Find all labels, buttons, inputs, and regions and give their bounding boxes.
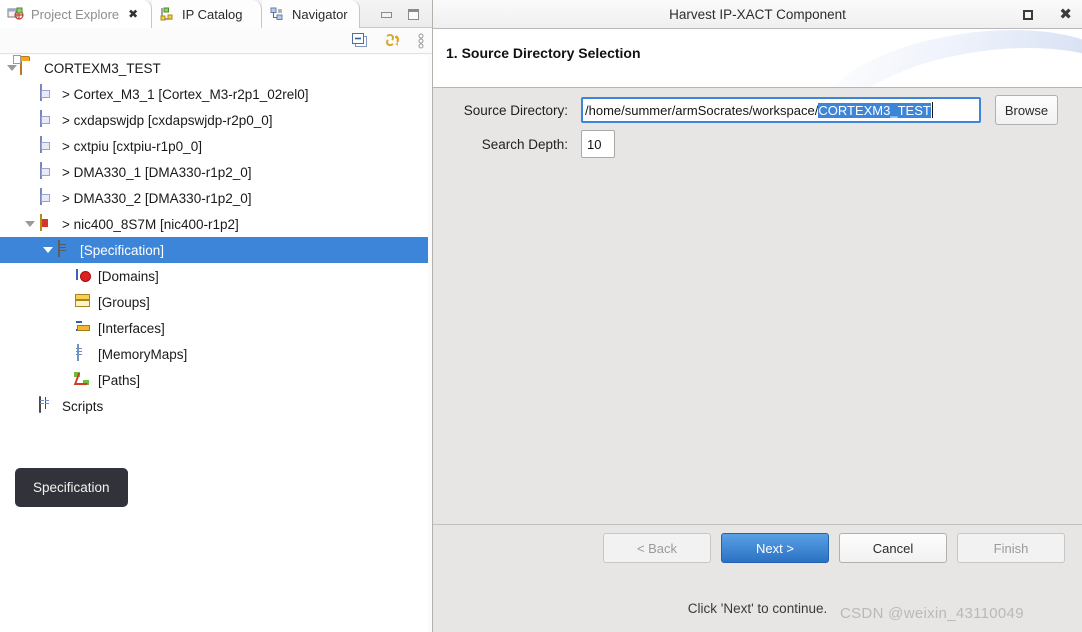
tooltip-text: Specification xyxy=(33,480,110,495)
tree-item-label: [Paths] xyxy=(98,372,141,388)
project-explorer-view: Project Explore ✖ IP Catalog Navigator C… xyxy=(0,0,432,632)
tree-item-label: [Interfaces] xyxy=(98,320,165,336)
navigator-icon xyxy=(269,6,285,22)
paths-icon xyxy=(74,371,92,389)
project-folder-icon xyxy=(20,58,38,77)
view-tab-strip: Project Explore ✖ IP Catalog Navigator xyxy=(0,0,432,28)
tree-item-memorymaps[interactable]: [MemoryMaps] xyxy=(0,341,428,367)
dialog-footer: < Back Next > Cancel Finish xyxy=(433,524,1082,592)
tree-item-label: > DMA330_1 [DMA330-r1p2_0] xyxy=(62,164,252,180)
watermark: CSDN @weixin_43110049 xyxy=(840,605,1024,622)
tree-item-label: > Cortex_M3_1 [Cortex_M3-r2p1_02rel0] xyxy=(62,86,309,102)
close-dialog-button[interactable]: ✖ xyxy=(1059,7,1072,22)
minimize-view-button[interactable] xyxy=(380,9,393,20)
search-depth-input[interactable]: 10 xyxy=(581,130,615,158)
dialog-body: Source Directory: /home/summer/armSocrat… xyxy=(433,88,1082,616)
nic-icon xyxy=(38,214,56,233)
text-caret xyxy=(931,102,933,118)
project-tree[interactable]: CORTEXM3_TEST > Cortex_M3_1 [Cortex_M3-r… xyxy=(0,55,428,632)
tree-item-label: > nic400_8S7M [nic400-r1p2] xyxy=(62,216,239,232)
tree-item-label: Scripts xyxy=(62,398,104,414)
tree-item-nic400[interactable]: > nic400_8S7M [nic400-r1p2] xyxy=(0,211,428,237)
tree-item-cortexm3-test[interactable]: CORTEXM3_TEST xyxy=(0,55,428,81)
view-toolbar xyxy=(0,28,432,54)
source-directory-label: Source Directory: xyxy=(463,102,568,118)
collapse-all-icon[interactable] xyxy=(351,32,368,54)
tree-item-label: > cxdapswjdp [cxdapswjdp-r2p0_0] xyxy=(62,112,273,128)
project-explorer-icon xyxy=(7,6,24,23)
view-menu-icon[interactable] xyxy=(418,32,424,54)
tooltip: Specification xyxy=(15,468,128,507)
twisty-expanded-icon[interactable] xyxy=(40,237,56,263)
tree-item-dma330-1[interactable]: > DMA330_1 [DMA330-r1p2_0] xyxy=(0,159,428,185)
cancel-button[interactable]: Cancel xyxy=(839,533,947,563)
tree-item-scripts[interactable]: Scripts xyxy=(0,393,428,419)
tree-item-label: [Specification] xyxy=(80,242,165,258)
component-icon xyxy=(38,162,56,181)
component-icon xyxy=(38,84,56,103)
scripts-icon xyxy=(38,396,56,415)
tab-label: IP Catalog xyxy=(182,6,243,22)
tab-ip-catalog[interactable]: IP Catalog xyxy=(152,0,262,28)
tree-item-specification[interactable]: [Specification] xyxy=(0,237,428,263)
maximize-dialog-button[interactable] xyxy=(1023,9,1034,20)
maximize-view-button[interactable] xyxy=(407,8,420,20)
source-directory-row: Source Directory: /home/summer/armSocrat… xyxy=(433,95,1082,125)
source-directory-input[interactable]: /home/summer/armSocrates/workspace/CORTE… xyxy=(581,97,981,123)
tab-project-explorer[interactable]: Project Explore ✖ xyxy=(0,0,152,28)
source-directory-value-prefix: /home/summer/armSocrates/workspace/ xyxy=(585,102,819,118)
finish-button[interactable]: Finish xyxy=(957,533,1065,563)
tree-item-label: [Groups] xyxy=(98,294,150,310)
specification-icon xyxy=(56,240,74,259)
tree-item-label: [MemoryMaps] xyxy=(98,346,188,362)
tree-item-label: CORTEXM3_TEST xyxy=(44,60,161,76)
component-icon xyxy=(38,136,56,155)
memory-maps-icon xyxy=(74,344,92,363)
ip-catalog-icon xyxy=(159,6,175,22)
tab-navigator[interactable]: Navigator xyxy=(262,0,360,28)
interfaces-icon xyxy=(74,319,92,337)
tab-label: Project Explore xyxy=(31,6,120,22)
close-icon[interactable]: ✖ xyxy=(128,8,138,20)
twisty-expanded-icon[interactable] xyxy=(22,211,38,237)
tree-item-label: > DMA330_2 [DMA330-r1p2_0] xyxy=(62,190,252,206)
dialog-header: 1. Source Directory Selection xyxy=(433,29,1082,88)
tree-item-cortex-m3-1[interactable]: > Cortex_M3_1 [Cortex_M3-r2p1_02rel0] xyxy=(0,81,428,107)
search-depth-label: Search Depth: xyxy=(481,136,568,152)
tree-item-label: > cxtpiu [cxtpiu-r1p0_0] xyxy=(62,138,202,154)
harvest-ip-xact-dialog: Harvest IP-XACT Component ✖ 1. Source Di… xyxy=(432,0,1082,632)
dialog-title-bar: Harvest IP-XACT Component ✖ xyxy=(433,0,1082,29)
tree-item-label: [Domains] xyxy=(98,268,159,284)
next-button[interactable]: Next > xyxy=(721,533,829,563)
step-title: 1. Source Directory Selection xyxy=(446,45,641,61)
source-directory-value-selected: CORTEXM3_TEST xyxy=(818,102,931,118)
component-icon xyxy=(38,188,56,207)
browse-button[interactable]: Browse xyxy=(995,95,1058,125)
tree-item-paths[interactable]: [Paths] xyxy=(0,367,428,393)
tree-item-dma330-2[interactable]: > DMA330_2 [DMA330-r1p2_0] xyxy=(0,185,428,211)
tree-item-cxtpiu[interactable]: > cxtpiu [cxtpiu-r1p0_0] xyxy=(0,133,428,159)
tab-label: Navigator xyxy=(292,6,348,22)
tree-item-domains[interactable]: [Domains] xyxy=(0,263,428,289)
dialog-title: Harvest IP-XACT Component xyxy=(669,6,846,22)
domains-icon xyxy=(74,267,92,285)
view-window-buttons xyxy=(380,0,428,28)
screen: Project Explore ✖ IP Catalog Navigator C… xyxy=(0,0,1082,632)
search-depth-row: Search Depth: 10 xyxy=(433,130,1082,158)
tree-item-interfaces[interactable]: [Interfaces] xyxy=(0,315,428,341)
groups-icon xyxy=(74,293,92,311)
component-icon xyxy=(38,110,56,129)
tree-item-groups[interactable]: [Groups] xyxy=(0,289,428,315)
back-button[interactable]: < Back xyxy=(603,533,711,563)
link-with-editor-icon[interactable] xyxy=(384,32,402,54)
tree-item-cxdapswjdp[interactable]: > cxdapswjdp [cxdapswjdp-r2p0_0] xyxy=(0,107,428,133)
